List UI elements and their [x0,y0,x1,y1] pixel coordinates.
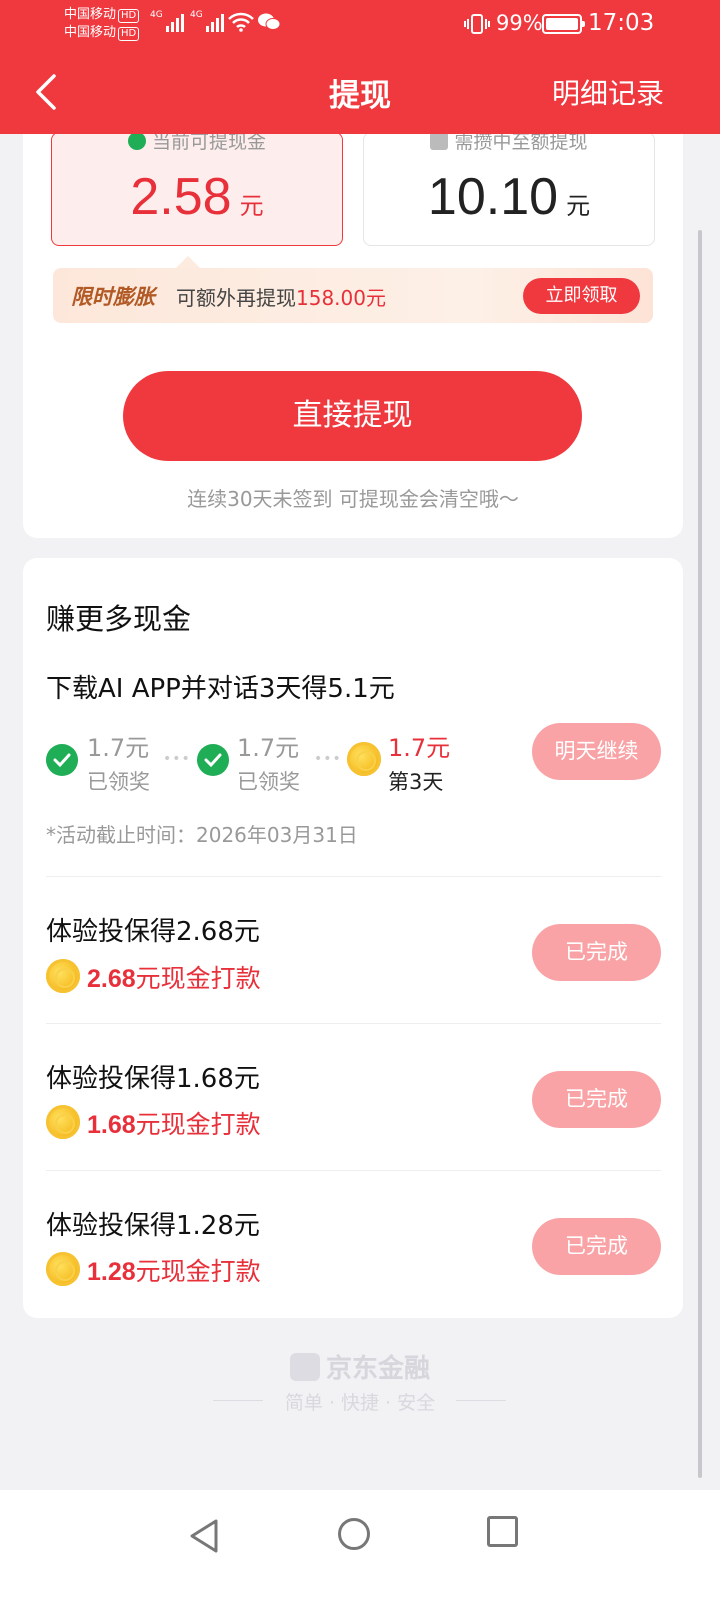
carrier-info: 中国移动 HD 中国移动 HD [64,6,140,42]
coin-icon [46,1105,80,1139]
promo-text-label: 可额外再提现 [176,286,296,310]
step-amount: 1.7元 [237,734,300,762]
network-type: 4G [190,10,203,20]
divider [46,1023,661,1024]
check-circle-icon [46,744,78,776]
step-amount: 1.7元 [388,734,451,762]
step-status: 已领奖 [87,770,150,794]
reward-text: 1.28元现金打款 [87,1252,261,1288]
reward-label: 元现金打款 [135,1257,261,1286]
info-icon [430,132,449,150]
current-balance-number: 2.58 [130,168,232,226]
brand-slogan: 简单 · 快捷 · 安全 [284,1392,436,1414]
scrollbar[interactable] [698,230,702,1478]
required-balance-number: 10.10 [427,168,559,226]
reward-amount: 1.68 [87,1111,136,1139]
current-balance-box: 当前可提现金 2.58 元 [51,131,343,246]
reward-amount: 1.28 [87,1258,136,1286]
claim-now-button[interactable]: 立即领取 [523,278,640,314]
jd-finance-logo-icon [289,1353,320,1381]
battery-percent: 99% [496,11,543,35]
coin-icon [46,1252,80,1286]
task-title: 体验投保得1.68元 [46,1064,260,1094]
current-balance-value: 2.58 元 [52,167,342,227]
system-nav-bar [0,1490,720,1600]
current-label-text: 当前可提现金 [151,131,266,153]
vibrate-icon [464,14,490,34]
brand-name: 京东金融 [325,1354,430,1384]
nav-recents-icon[interactable] [487,1516,518,1547]
completed-button[interactable]: 已完成 [532,1218,661,1275]
coin-icon [46,959,80,993]
completed-button[interactable]: 已完成 [532,924,661,981]
required-balance-box: 需攒中至额提现 10.10 元 [363,131,655,246]
current-balance-unit: 元 [239,192,264,220]
divider [456,1400,506,1401]
required-balance-value: 10.10 元 [364,167,654,227]
status-bar: 中国移动 HD 中国移动 HD 4G 4G 99% 17:03 [0,0,720,50]
reward-text: 2.68元现金打款 [87,959,261,995]
task-title: 体验投保得1.28元 [46,1211,260,1241]
section-title: 赚更多现金 [46,596,192,640]
withdraw-button[interactable]: 直接提现 [123,371,582,461]
check-circle-icon [197,744,229,776]
reward-label: 元现金打款 [135,964,261,993]
divider [46,1170,661,1171]
battery-icon [542,14,585,34]
promo-text: 可额外再提现158.00元 [176,282,386,311]
promo-banner: 限时膨胀 可额外再提现158.00元 立即领取 [53,268,653,323]
signal-icon: 4G [190,10,224,32]
clock: 17:03 [588,10,655,36]
carrier-1: 中国移动 [64,7,117,22]
withdraw-hint: 连续30天未签到 可提现金会清空哦～ [187,487,519,511]
divider [46,876,661,877]
brand-footer: 京东金融 [0,1348,720,1385]
reward-text: 1.68元现金打款 [87,1105,261,1141]
promo-amount: 158.00元 [296,286,386,310]
hd-badge: HD [118,9,140,23]
step-status: 已领奖 [237,770,300,794]
wifi-icon [228,12,254,32]
task-title: 下载AI APP并对话3天得5.1元 [46,674,395,704]
step-connector: ••• [163,751,191,767]
top-header: 中国移动 HD 中国移动 HD 4G 4G 99% 17:03 提现 明细记录 [0,0,720,134]
task-title: 体验投保得2.68元 [46,917,260,947]
step-connector: ••• [314,751,342,767]
network-type: 4G [150,10,163,20]
coin-icon [347,742,381,776]
hd-badge: HD [118,27,140,41]
detail-records-link[interactable]: 明细记录 [552,72,664,112]
wechat-icon [258,13,280,30]
completed-button[interactable]: 已完成 [532,1071,661,1128]
nav-home-icon[interactable] [338,1518,370,1550]
reward-amount: 2.68 [87,965,136,993]
earn-more-card: 赚更多现金 下载AI APP并对话3天得5.1元 1.7元 已领奖 ••• 1.… [23,558,683,1318]
signal-icon: 4G [150,10,184,32]
deadline-text: *活动截止时间：2026年03月31日 [46,823,358,847]
reward-label: 元现金打款 [135,1110,261,1139]
required-label-text: 需攒中至额提现 [454,131,588,153]
step-amount: 1.7元 [87,734,150,762]
step-status: 第3天 [388,770,444,794]
required-balance-unit: 元 [566,192,591,220]
promo-tag: 限时膨胀 [71,285,155,309]
nav-back-icon[interactable] [188,1518,220,1554]
check-circle-icon [127,132,146,150]
continue-tomorrow-button[interactable]: 明天继续 [532,723,661,780]
carrier-2: 中国移动 [64,25,117,40]
